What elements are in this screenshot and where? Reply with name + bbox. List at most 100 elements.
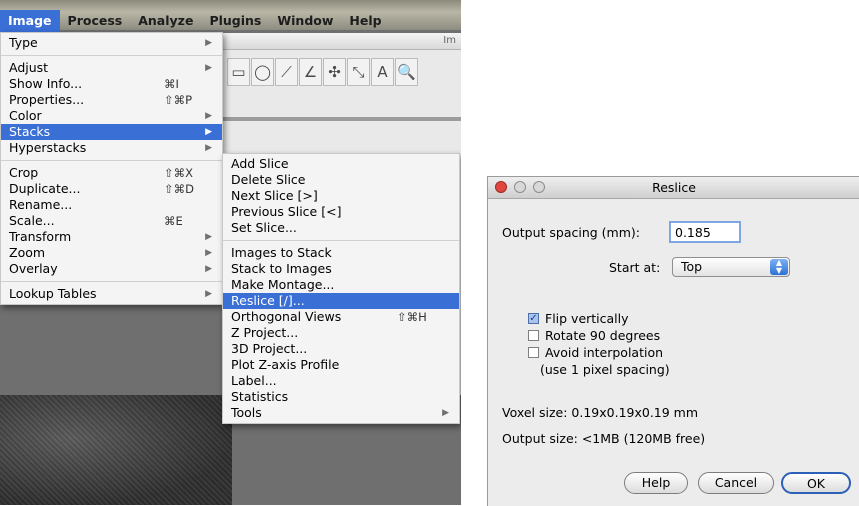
menu-item-color[interactable]: Color ▶ (1, 108, 222, 124)
menu-item-hyperstacks[interactable]: Hyperstacks ▶ (1, 140, 222, 156)
menu-separator (1, 281, 222, 282)
avoid-interpolation-checkbox[interactable]: Avoid interpolation (528, 345, 663, 360)
menu-item-reslice[interactable]: Reslice [/]... (223, 293, 459, 309)
cancel-button[interactable]: Cancel (698, 472, 774, 494)
start-at-value: Top (681, 259, 703, 274)
checkbox-empty-icon (528, 330, 539, 341)
start-at-select[interactable]: Top ▲ ▼ (672, 257, 790, 277)
flip-vertically-label: Flip vertically (545, 311, 629, 326)
menu-item-zoom[interactable]: Zoom ▶ (1, 245, 222, 261)
menu-item-scale[interactable]: Scale... ⌘E (1, 213, 222, 229)
menu-item-label: Show Info... (9, 76, 83, 91)
menu-item-label: Properties... (9, 92, 85, 107)
output-spacing-input[interactable] (669, 221, 741, 243)
menu-item-transform[interactable]: Transform ▶ (1, 229, 222, 245)
menu-item-overlay[interactable]: Overlay ▶ (1, 261, 222, 277)
zoom-icon[interactable] (533, 181, 545, 193)
submenu-arrow-icon: ▶ (205, 264, 212, 274)
output-size-text: Output size: <1MB (120MB free) (502, 431, 706, 446)
menu-item-label: 3D Project... (231, 341, 308, 356)
menu-item-label: Zoom (9, 245, 46, 260)
menu-plugins[interactable]: Plugins (201, 10, 269, 32)
close-icon[interactable] (495, 181, 507, 193)
menu-item-rename[interactable]: Rename... (1, 197, 222, 213)
submenu-arrow-icon: ▶ (205, 63, 212, 73)
menu-item-images-to-stack[interactable]: Images to Stack (223, 245, 459, 261)
submenu-arrow-icon: ▶ (442, 408, 449, 418)
menu-item-tools[interactable]: Tools ▶ (223, 405, 459, 421)
menu-item-duplicate[interactable]: Duplicate... ⇧⌘D (1, 181, 222, 197)
rectangle-icon[interactable]: ▭ (227, 58, 250, 86)
menu-process[interactable]: Process (60, 10, 131, 32)
magnifier-icon[interactable]: 🔍 (395, 58, 418, 86)
menu-item-crop[interactable]: Crop ⇧⌘X (1, 165, 222, 181)
menu-bar: Image Process Analyze Plugins Window Hel… (0, 10, 461, 32)
menu-item-properties[interactable]: Properties... ⇧⌘P (1, 92, 222, 108)
image-menu: Type ▶ Adjust ▶ Show Info... ⌘I Properties... ⇧… (0, 32, 223, 305)
voxel-size-text: Voxel size: 0.19x0.19x0.19 mm (502, 405, 699, 420)
menu-item-label: Images to Stack (231, 245, 332, 260)
submenu-arrow-icon: ▶ (205, 111, 212, 121)
window-controls (495, 181, 545, 193)
rotate-90-checkbox[interactable]: Rotate 90 degrees (528, 328, 660, 343)
help-button[interactable]: Help (624, 472, 688, 494)
wand-icon[interactable]: ⤡ (347, 58, 370, 86)
menu-window[interactable]: Window (269, 10, 341, 32)
menu-item-make-montage[interactable]: Make Montage... (223, 277, 459, 293)
menu-separator (1, 55, 222, 56)
angle-icon[interactable]: ∠ (299, 58, 322, 86)
menu-item-label: Delete Slice (231, 172, 306, 187)
menu-item-label: Previous Slice [<] (231, 204, 342, 219)
menu-item-stacks[interactable]: Stacks ▶ (1, 124, 222, 140)
ok-button[interactable]: OK (781, 472, 851, 494)
menu-item-label: Stack to Images (231, 261, 332, 276)
text-icon[interactable]: A (371, 58, 394, 86)
menu-item-previous-slice[interactable]: Previous Slice [<] (223, 204, 459, 220)
flip-vertically-checkbox[interactable]: ✓ Flip vertically (528, 311, 629, 326)
menu-item-label: Rename... (9, 197, 73, 212)
menu-item-z-project[interactable]: Z Project... (223, 325, 459, 341)
menu-separator (223, 240, 459, 241)
avoid-interpolation-note: (use 1 pixel spacing) (540, 362, 670, 377)
dialog-title: Reslice (652, 180, 696, 195)
start-at-label: Start at: (609, 260, 661, 275)
minimize-icon[interactable] (514, 181, 526, 193)
menu-item-label: Set Slice... (231, 220, 297, 235)
shortcut-label: ⇧⌘D (164, 182, 194, 196)
oval-icon[interactable]: ◯ (251, 58, 274, 86)
menu-item-label: Transform (9, 229, 72, 244)
menu-item-delete-slice[interactable]: Delete Slice (223, 172, 459, 188)
menu-item-stack-to-images[interactable]: Stack to Images (223, 261, 459, 277)
menu-analyze[interactable]: Analyze (130, 10, 201, 32)
avoid-interpolation-label: Avoid interpolation (545, 345, 664, 360)
menu-item-lookup-tables[interactable]: Lookup Tables ▶ (1, 286, 222, 302)
menu-item-label: Reslice [/]... (231, 293, 305, 308)
shortcut-label: ⇧⌘P (164, 93, 193, 107)
menu-help[interactable]: Help (341, 10, 389, 32)
shortcut-label: ⇧⌘X (164, 166, 194, 180)
menu-item-show-info[interactable]: Show Info... ⌘I (1, 76, 222, 92)
line-icon[interactable]: ⟋ (275, 58, 298, 86)
menu-item-set-slice[interactable]: Set Slice... (223, 220, 459, 236)
menu-item-label: Duplicate... (9, 181, 81, 196)
shortcut-label: ⌘E (164, 214, 183, 228)
menu-item-label[interactable]: Label... (223, 373, 459, 389)
menu-image[interactable]: Image (0, 10, 60, 32)
menu-item-statistics[interactable]: Statistics (223, 389, 459, 405)
menu-item-orthogonal-views[interactable]: Orthogonal Views ⇧⌘H (223, 309, 459, 325)
imagej-window-title: Im (223, 33, 461, 50)
submenu-arrow-icon: ▶ (205, 289, 212, 299)
shortcut-label: ⌘I (164, 77, 179, 91)
menu-item-3d-project[interactable]: 3D Project... (223, 341, 459, 357)
menu-item-label: Stacks (9, 124, 51, 139)
menu-item-label: Label... (231, 373, 277, 388)
point-icon[interactable]: ✣ (323, 58, 346, 86)
menu-item-plot-z-axis-profile[interactable]: Plot Z-axis Profile (223, 357, 459, 373)
menu-item-next-slice[interactable]: Next Slice [>] (223, 188, 459, 204)
menu-item-label: Z Project... (231, 325, 299, 340)
menu-item-add-slice[interactable]: Add Slice (223, 156, 459, 172)
menu-item-label: Add Slice (231, 156, 289, 171)
menu-item-adjust[interactable]: Adjust ▶ (1, 60, 222, 76)
imagej-toolbar: ▭ ◯ ⟋ ∠ ✣ ⤡ A 🔍 (223, 58, 461, 88)
menu-item-type[interactable]: Type ▶ (1, 35, 222, 51)
